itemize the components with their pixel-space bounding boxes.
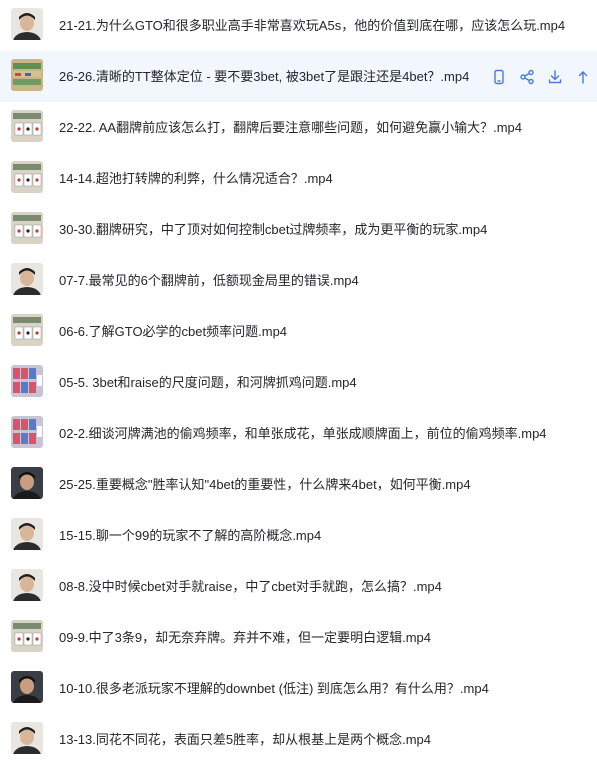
file-name[interactable]: 30-30.翻牌研究，中了顶对如何控制cbet过牌频率，成为更平衡的玩家.mp4 [59, 204, 487, 255]
video-thumbnail [11, 59, 43, 91]
file-name[interactable]: 15-15.聊一个99的玩家不了解的高阶概念.mp4 [59, 510, 321, 561]
file-name[interactable]: 06-6.了解GTO必学的cbet频率问题.mp4 [59, 306, 287, 357]
share-icon[interactable] [513, 63, 541, 91]
file-row[interactable]: 25-25.重要概念"胜率认知"4bet的重要性，什么牌来4bet，如何平衡.m… [0, 459, 597, 510]
file-row[interactable]: 08-8.没中时候cbet对手就raise，中了cbet对手就跑，怎么搞？.mp… [0, 561, 597, 612]
file-row[interactable]: 10-10.很多老派玩家不理解的downbet (低注) 到底怎么用？有什么用？… [0, 663, 597, 714]
file-name[interactable]: 25-25.重要概念"胜率认知"4bet的重要性，什么牌来4bet，如何平衡.m… [59, 459, 471, 510]
video-thumbnail [11, 569, 43, 601]
video-thumbnail [11, 161, 43, 193]
video-thumbnail [11, 8, 43, 40]
video-thumbnail [11, 722, 43, 754]
file-row[interactable]: 06-6.了解GTO必学的cbet频率问题.mp4 [0, 306, 597, 357]
file-row[interactable]: 09-9.中了3条9，却无奈弃牌。弃并不难，但一定要明白逻辑.mp4 [0, 612, 597, 663]
file-row[interactable]: 26-26.清晰的TT整体定位 - 要不要3bet, 被3bet了是跟注还是4b… [0, 51, 597, 102]
phone-icon[interactable] [485, 63, 513, 91]
file-row[interactable]: 14-14.超池打转牌的利弊，什么情况适合？.mp4 [0, 153, 597, 204]
file-name[interactable]: 07-7.最常见的6个翻牌前，低额现金局里的错误.mp4 [59, 255, 359, 306]
file-row[interactable]: 13-13.同花不同花，表面只差5胜率，却从根基上是两个概念.mp4 [0, 714, 597, 765]
download-icon[interactable] [541, 63, 569, 91]
file-name[interactable]: 10-10.很多老派玩家不理解的downbet (低注) 到底怎么用？有什么用？… [59, 663, 489, 714]
video-thumbnail [11, 263, 43, 295]
file-name[interactable]: 26-26.清晰的TT整体定位 - 要不要3bet, 被3bet了是跟注还是4b… [59, 51, 469, 102]
file-row[interactable]: 02-2.细谈河牌满池的偷鸡频率，和单张成花，单张成顺牌面上，前位的偷鸡频率.m… [0, 408, 597, 459]
video-thumbnail [11, 110, 43, 142]
video-thumbnail [11, 620, 43, 652]
file-name[interactable]: 21-21.为什么GTO和很多职业高手非常喜欢玩A5s，他的价值到底在哪，应该怎… [59, 0, 565, 51]
video-thumbnail [11, 416, 43, 448]
file-row[interactable]: 21-21.为什么GTO和很多职业高手非常喜欢玩A5s，他的价值到底在哪，应该怎… [0, 0, 597, 51]
file-name[interactable]: 05-5. 3bet和raise的尺度问题，和河牌抓鸡问题.mp4 [59, 357, 357, 408]
file-name[interactable]: 14-14.超池打转牌的利弊，什么情况适合？.mp4 [59, 153, 333, 204]
row-actions [485, 51, 597, 102]
file-name[interactable]: 13-13.同花不同花，表面只差5胜率，却从根基上是两个概念.mp4 [59, 714, 431, 765]
file-row[interactable]: 22-22. AA翻牌前应该怎么打，翻牌后要注意哪些问题，如何避免赢小输大？.m… [0, 102, 597, 153]
video-thumbnail [11, 212, 43, 244]
video-thumbnail [11, 467, 43, 499]
file-name[interactable]: 22-22. AA翻牌前应该怎么打，翻牌后要注意哪些问题，如何避免赢小输大？.m… [59, 102, 522, 153]
video-thumbnail [11, 671, 43, 703]
file-row[interactable]: 05-5. 3bet和raise的尺度问题，和河牌抓鸡问题.mp4 [0, 357, 597, 408]
video-thumbnail [11, 365, 43, 397]
file-name[interactable]: 02-2.细谈河牌满池的偷鸡频率，和单张成花，单张成顺牌面上，前位的偷鸡频率.m… [59, 408, 547, 459]
file-name[interactable]: 09-9.中了3条9，却无奈弃牌。弃并不难，但一定要明白逻辑.mp4 [59, 612, 431, 663]
file-list: 21-21.为什么GTO和很多职业高手非常喜欢玩A5s，他的价值到底在哪，应该怎… [0, 0, 597, 765]
file-row[interactable]: 30-30.翻牌研究，中了顶对如何控制cbet过牌频率，成为更平衡的玩家.mp4 [0, 204, 597, 255]
file-row[interactable]: 07-7.最常见的6个翻牌前，低额现金局里的错误.mp4 [0, 255, 597, 306]
video-thumbnail [11, 518, 43, 550]
file-row[interactable]: 15-15.聊一个99的玩家不了解的高阶概念.mp4 [0, 510, 597, 561]
more-icon[interactable] [569, 63, 597, 91]
video-thumbnail [11, 314, 43, 346]
file-name[interactable]: 08-8.没中时候cbet对手就raise，中了cbet对手就跑，怎么搞？.mp… [59, 561, 442, 612]
